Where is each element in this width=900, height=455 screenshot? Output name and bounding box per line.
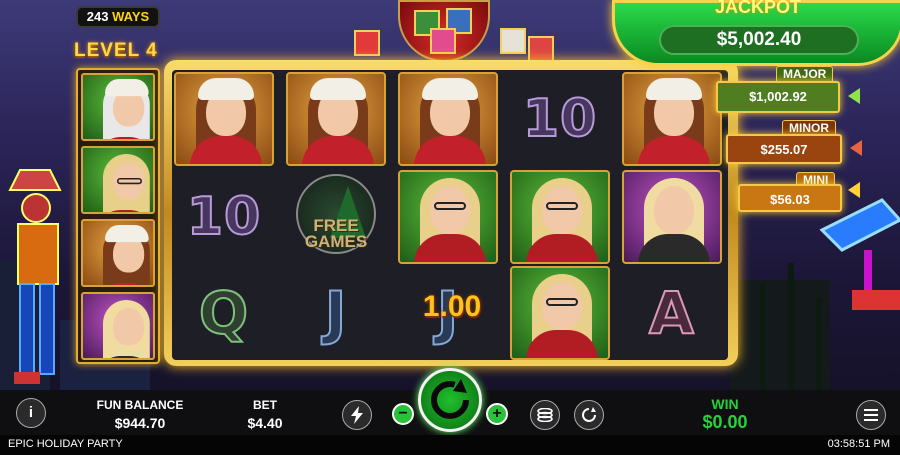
reel-symbol-glasses-girl	[510, 266, 610, 360]
side-symbol-santa-girl	[81, 219, 155, 287]
reel-symbol-blonde-girl	[622, 170, 722, 264]
mini-jackpot-value: $56.03	[738, 184, 842, 212]
side-symbol-glasses-girl	[81, 146, 155, 214]
bonus-symbol-column	[76, 68, 160, 364]
symbol-text: J	[324, 278, 348, 348]
mini-arrow-icon	[848, 182, 860, 198]
ways-badge: 243 WAYS	[76, 6, 160, 28]
line-win-amount: 1.00	[422, 290, 482, 323]
info-icon[interactable]: i	[16, 398, 46, 428]
reel-symbol-letter: Q	[174, 266, 274, 360]
ways-count: 243	[86, 9, 109, 24]
jackpot-title: JACKPOT	[714, 0, 801, 17]
coins-icon[interactable]	[530, 400, 560, 430]
reel-symbol-santa-girl	[622, 72, 722, 166]
win-value: $0.00	[702, 412, 748, 432]
reel-symbol-letter: 10	[174, 170, 274, 264]
major-jackpot-value: $1,002.92	[716, 81, 840, 113]
gift-box-icon	[500, 28, 526, 54]
reel-symbol-letter: 10	[510, 72, 610, 166]
spin-button[interactable]	[418, 368, 482, 432]
level-label: LEVEL 4	[74, 40, 158, 61]
neon-cowboy-sign	[8, 169, 62, 384]
autoplay-icon[interactable]	[574, 400, 604, 430]
major-arrow-icon	[848, 88, 860, 104]
symbol-text: 10	[522, 88, 598, 150]
minor-jackpot-value: $255.07	[726, 134, 842, 164]
reel-symbol-letter: A	[622, 266, 722, 360]
win-label: WIN	[711, 396, 739, 412]
glasses-icon	[546, 298, 578, 306]
spin-icon	[431, 379, 469, 419]
fun-balance-label: FUN BALANCE	[96, 398, 184, 412]
bet-value: $4.40	[247, 415, 283, 431]
reel-symbol-santa-girl	[174, 72, 274, 166]
major-jackpot-tag: MAJOR	[776, 66, 834, 82]
bet-label: BET	[253, 398, 277, 412]
symbol-text: Q	[198, 278, 250, 348]
grand-jackpot-panel: JACKPOT $5,002.40	[612, 0, 900, 66]
glasses-icon	[117, 178, 142, 185]
status-bar: EPIC HOLIDAY PARTY 03:58:51 PM	[0, 435, 900, 455]
scatter-text-line2: GAMES	[304, 232, 368, 251]
fun-balance-value: $944.70	[114, 415, 166, 431]
minus-icon[interactable]: −	[392, 403, 414, 425]
plus-icon[interactable]: +	[486, 403, 508, 425]
side-symbol-santa-man	[81, 73, 155, 141]
turbo-icon[interactable]	[342, 400, 372, 430]
gift-box-icon	[528, 36, 554, 62]
reel-symbol-glasses-girl	[398, 170, 498, 264]
reel-symbol-free-games: FREE GAMES	[286, 170, 386, 264]
side-symbol-blonde-girl	[81, 292, 155, 360]
reel-symbol-letter: J	[286, 266, 386, 360]
gift-box-icon	[354, 30, 380, 56]
menu-icon[interactable]	[856, 400, 886, 430]
reel-symbol-santa-girl	[398, 72, 498, 166]
symbol-text: A	[648, 278, 695, 348]
symbol-text: 10	[186, 186, 262, 248]
minor-arrow-icon	[850, 140, 862, 156]
ways-label: WAYS	[112, 9, 150, 24]
reel-symbol-santa-girl	[286, 72, 386, 166]
glasses-icon	[546, 202, 578, 210]
reel-symbol-glasses-girl	[510, 170, 610, 264]
glasses-icon	[434, 202, 466, 210]
game-title: EPIC HOLIDAY PARTY	[8, 438, 123, 450]
grand-jackpot-value: $5,002.40	[659, 25, 859, 55]
clock: 03:58:51 PM	[827, 438, 890, 450]
